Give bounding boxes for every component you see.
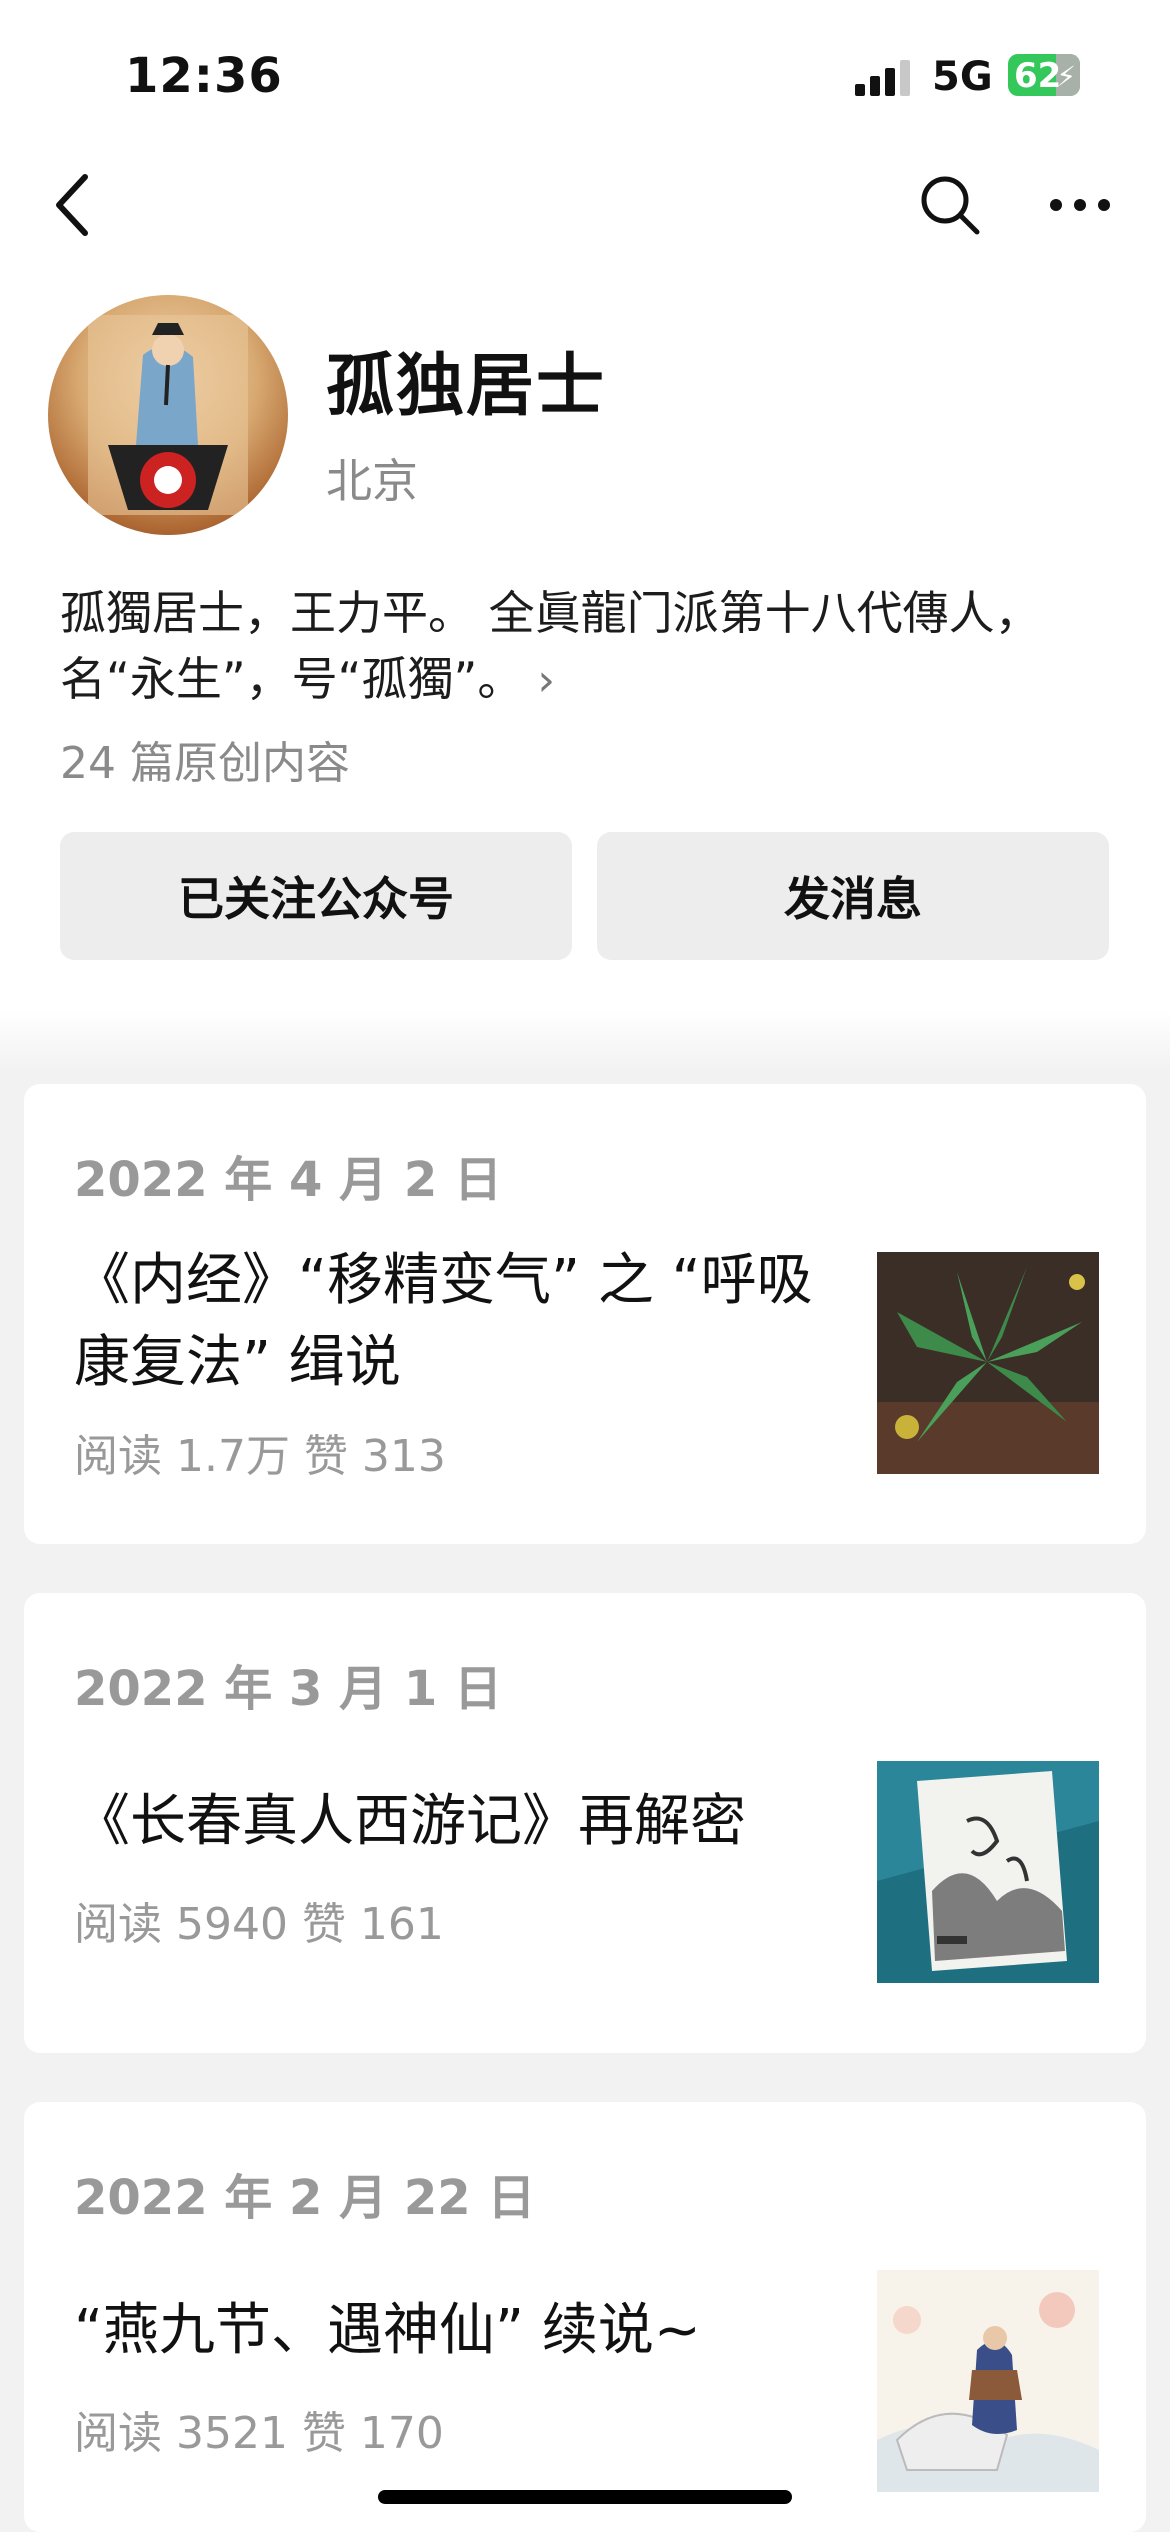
article-thumbnail bbox=[877, 1252, 1099, 1474]
search-icon bbox=[921, 176, 980, 235]
article-card[interactable]: 2022 年 3 月 1 日 《长春真人西游记》再解密 阅读 5940 赞 16… bbox=[24, 1593, 1146, 2053]
more-button[interactable] bbox=[1045, 170, 1115, 240]
search-button[interactable] bbox=[915, 170, 985, 240]
account-name: 孤独居士 bbox=[326, 347, 607, 426]
article-meta: 阅读 3521 赞 170 bbox=[74, 2408, 444, 2459]
avatar-image bbox=[88, 315, 248, 515]
chevron-right-icon: › bbox=[523, 655, 555, 706]
avatar[interactable] bbox=[48, 295, 288, 535]
back-button[interactable] bbox=[38, 170, 108, 240]
article-thumbnail bbox=[877, 1761, 1099, 1983]
article-card[interactable]: 2022 年 2 月 22 日 “燕九节、遇神仙” 续说~ 阅读 3521 赞 … bbox=[24, 2102, 1146, 2532]
signal-icon bbox=[855, 60, 910, 96]
send-message-button[interactable]: 发消息 bbox=[597, 832, 1109, 960]
followed-button[interactable]: 已关注公众号 bbox=[60, 832, 572, 960]
article-meta: 阅读 5940 赞 161 bbox=[74, 1899, 444, 1950]
article-title: 《内经》“移精变气” 之 “呼吸康复法” 缉说 bbox=[74, 1248, 813, 1395]
article-meta: 阅读 1.7万 赞 313 bbox=[74, 1431, 446, 1482]
charging-bolt-icon: ⚡ bbox=[1056, 60, 1076, 93]
article-date: 2022 年 3 月 1 日 bbox=[74, 1661, 502, 1717]
status-time: 12:36 bbox=[125, 48, 283, 104]
battery-level: 62 bbox=[1014, 56, 1062, 96]
article-date: 2022 年 2 月 22 日 bbox=[74, 2170, 536, 2226]
article-title: 《长春真人西游记》再解密 bbox=[74, 1789, 746, 1854]
account-location: 北京 bbox=[326, 454, 418, 508]
more-dots-icon bbox=[1050, 199, 1110, 211]
article-thumbnail bbox=[877, 2270, 1099, 2492]
article-card[interactable]: 2022 年 4 月 2 日 《内经》“移精变气” 之 “呼吸康复法” 缉说 阅… bbox=[24, 1084, 1146, 1544]
article-date: 2022 年 4 月 2 日 bbox=[74, 1152, 502, 1208]
battery-icon: 62 ⚡ bbox=[1008, 54, 1080, 96]
article-title: “燕九节、遇神仙” 续说~ bbox=[74, 2298, 701, 2363]
original-content-count[interactable]: 24 篇原创内容 bbox=[60, 727, 350, 791]
chevron-left-icon bbox=[56, 174, 88, 236]
network-label: 5G bbox=[932, 54, 993, 100]
account-description[interactable]: 孤獨居士，王力平。 全眞龍门派第十八代傳人，名“永生”，号“孤獨”。 › bbox=[60, 580, 1110, 714]
home-indicator bbox=[378, 2490, 792, 2504]
